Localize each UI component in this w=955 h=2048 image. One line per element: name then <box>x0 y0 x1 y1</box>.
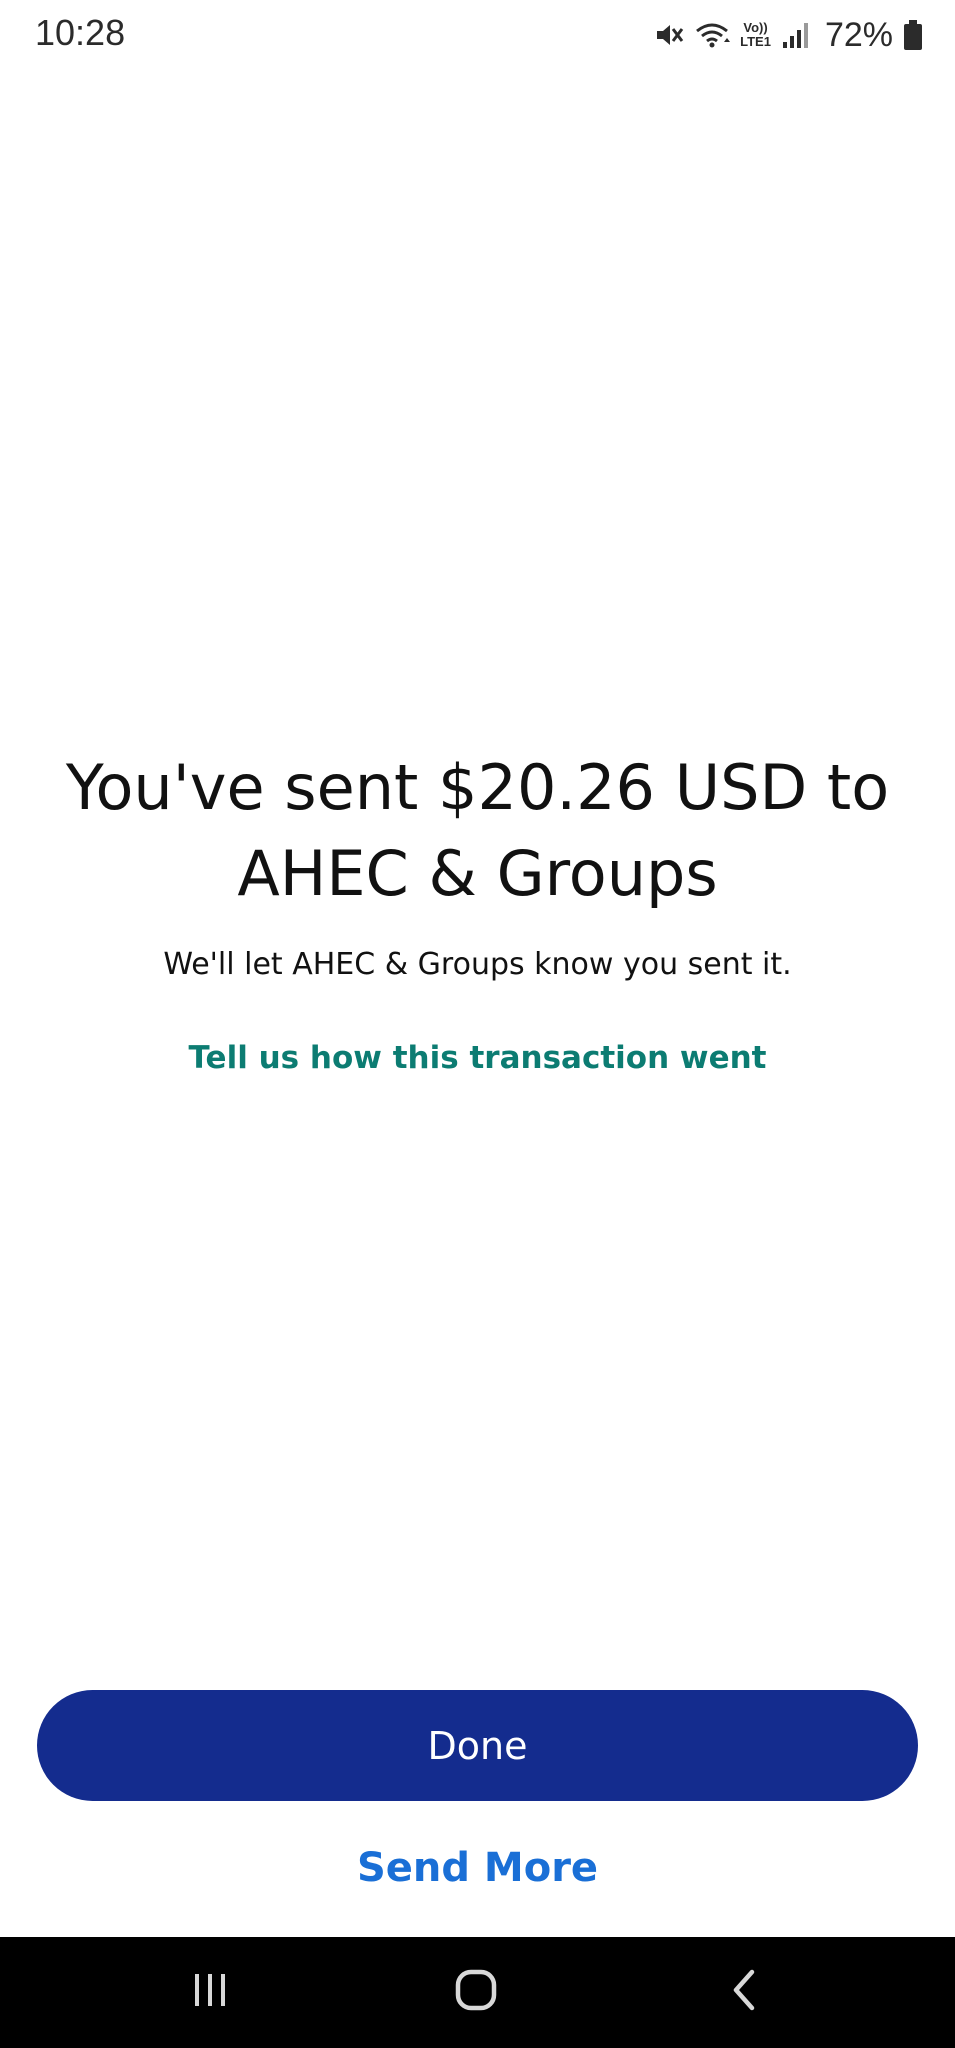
recent-apps-icon <box>190 1970 230 2015</box>
back-button[interactable] <box>684 1937 804 2048</box>
battery-icon <box>903 19 923 51</box>
volte-label: Vo)) <box>743 20 768 35</box>
status-icons: Vo)) LTE1 72% <box>654 14 923 56</box>
status-time: 10:28 <box>35 12 126 53</box>
back-icon <box>726 1968 762 2017</box>
payment-confirmation-screen: 10:28 Vo)) LTE1 72% You've sent $20.26 U… <box>0 0 955 2048</box>
wifi-icon <box>694 20 731 50</box>
signal-icon <box>781 20 811 50</box>
battery-percent: 72% <box>824 15 893 54</box>
mute-icon <box>654 20 684 50</box>
home-icon <box>454 1968 498 2017</box>
lte-label: LTE1 <box>740 34 771 49</box>
confirmation-subtext: We'll let AHEC & Groups know you sent it… <box>163 947 792 982</box>
done-button[interactable]: Done <box>37 1690 918 1801</box>
recent-apps-button[interactable] <box>150 1937 270 2048</box>
send-more-button[interactable]: Send More <box>0 1845 955 1891</box>
confirmation-headline: You've sent $20.26 USD to AHEC & Groups <box>65 751 890 910</box>
home-button[interactable] <box>416 1937 536 2048</box>
volte-icon: Vo)) LTE1 <box>740 21 771 49</box>
status-bar: 10:28 Vo)) LTE1 72% <box>0 0 955 70</box>
navigation-bar <box>0 1937 955 2048</box>
feedback-link[interactable]: Tell us how this transaction went <box>60 1038 895 1078</box>
